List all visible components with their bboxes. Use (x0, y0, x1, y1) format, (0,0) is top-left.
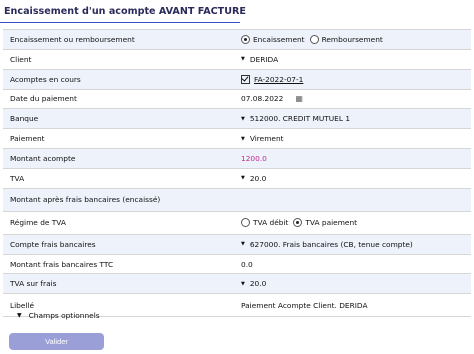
montant-field[interactable]: 1200.0 (241, 154, 267, 163)
dropdown-triangle-icon: ▼ (241, 135, 245, 142)
tva-select[interactable]: ▼ 20.0 (241, 174, 471, 183)
dropdown-triangle-icon: ▼ (241, 56, 245, 63)
banque-select[interactable]: ▼ 512000. CREDIT MUTUEL 1 (241, 114, 471, 123)
montant-label: Montant acompte (10, 153, 76, 163)
compte-frais-label: Compte frais bancaires (10, 239, 96, 249)
compte-frais-select[interactable]: ▼ 627000. Frais bancaires (CB, tenue com… (241, 240, 471, 249)
radio-encaissement-label: Encaissement (253, 34, 305, 44)
compte-frais-value: 627000. Frais bancaires (CB, tenue compt… (249, 239, 413, 249)
row-compte-frais: Compte frais bancaires ▼ 627000. Frais b… (3, 234, 471, 255)
row-regime: Régime de TVA TVA débit TVA paiement (3, 212, 471, 235)
row-montant: Montant acompte 1200.0 (3, 149, 471, 169)
tva-frais-value: 20.0 (249, 279, 267, 289)
type-label: Encaissement ou remboursement (10, 34, 135, 44)
row-montant-net: Montant après frais bancaires (encaissé) (3, 188, 471, 212)
libelle-field[interactable]: Paiement Acompte Client. DERIDA (241, 301, 471, 310)
tva-frais-select[interactable]: ▼ 20.0 (241, 279, 471, 288)
banque-value: 512000. CREDIT MUTUEL 1 (249, 114, 351, 124)
row-date: Date du paiement 07.08.2022 ▦ (3, 90, 471, 110)
banque-label: Banque (10, 114, 39, 124)
calendar-icon[interactable]: ▦ (295, 94, 303, 103)
acompte-link[interactable]: FA-2022-07-1 (254, 75, 303, 84)
row-paiement: Paiement ▼ Virement (3, 129, 471, 150)
title-underline (0, 22, 240, 23)
row-acomptes: Acomptes en cours FA-2022-07-1 (3, 69, 471, 90)
paiement-value: Virement (249, 134, 284, 144)
row-type: Encaissement ou remboursement Encaisseme… (3, 30, 471, 50)
client-value: DERIDA (249, 54, 279, 64)
dropdown-triangle-icon: ▼ (241, 115, 245, 122)
montant-frais-field[interactable]: 0.0 (241, 260, 471, 269)
dropdown-triangle-icon: ▼ (241, 241, 245, 248)
radio-remboursement-label: Remboursement (321, 34, 383, 44)
submit-button[interactable]: Valider (9, 333, 104, 350)
row-tva-frais: TVA sur frais ▼ 20.0 (3, 274, 471, 295)
radio-tva-paiement-icon[interactable] (293, 218, 303, 228)
date-field[interactable]: 07.08.2022 (241, 94, 283, 103)
client-select[interactable]: ▼ DERIDA (241, 55, 471, 64)
row-banque: Banque ▼ 512000. CREDIT MUTUEL 1 (3, 109, 471, 130)
paiement-label: Paiement (10, 134, 45, 144)
radio-tva-debit[interactable]: TVA débit (241, 218, 289, 228)
row-montant-frais: Montant frais bancaires TTC 0.0 (3, 255, 471, 275)
radio-remboursement[interactable]: Remboursement (309, 34, 383, 44)
tva-label: TVA (10, 173, 25, 183)
row-client: Client ▼ DERIDA (3, 50, 471, 70)
expand-triangle-icon: ▼ (17, 312, 22, 319)
radio-tva-paiement-label: TVA paiement (305, 218, 358, 228)
regime-label: Régime de TVA (10, 218, 66, 228)
radio-encaissement[interactable]: Encaissement (241, 34, 305, 44)
montant-frais-label: Montant frais bancaires TTC (10, 259, 114, 269)
radio-tva-debit-icon[interactable] (241, 218, 250, 228)
page-title: Encaissement d'un acompte AVANT FACTURE (4, 6, 246, 17)
radio-encaissement-icon[interactable] (241, 34, 250, 44)
libelle-label: Libellé (10, 300, 35, 310)
date-label: Date du paiement (10, 94, 77, 104)
row-tva: TVA ▼ 20.0 (3, 169, 471, 189)
dropdown-triangle-icon: ▼ (241, 175, 245, 182)
acomptes-label: Acomptes en cours (10, 74, 81, 84)
radio-tva-debit-label: TVA débit (253, 218, 289, 228)
montant-net-label: Montant après frais bancaires (encaissé) (10, 195, 161, 205)
optional-fields-toggle[interactable]: ▼ Champs optionnels (17, 311, 100, 320)
client-label: Client (10, 54, 32, 64)
paiement-select[interactable]: ▼ Virement (241, 134, 471, 143)
form-table: Encaissement ou remboursement Encaisseme… (3, 29, 471, 318)
tva-frais-label: TVA sur frais (10, 279, 57, 289)
radio-remboursement-icon[interactable] (309, 34, 319, 44)
dropdown-triangle-icon: ▼ (241, 280, 245, 287)
acompte-checkbox[interactable] (241, 74, 250, 84)
tva-value: 20.0 (249, 173, 267, 183)
radio-tva-paiement[interactable]: TVA paiement (293, 218, 358, 228)
optional-fields-label: Champs optionnels (28, 311, 100, 320)
